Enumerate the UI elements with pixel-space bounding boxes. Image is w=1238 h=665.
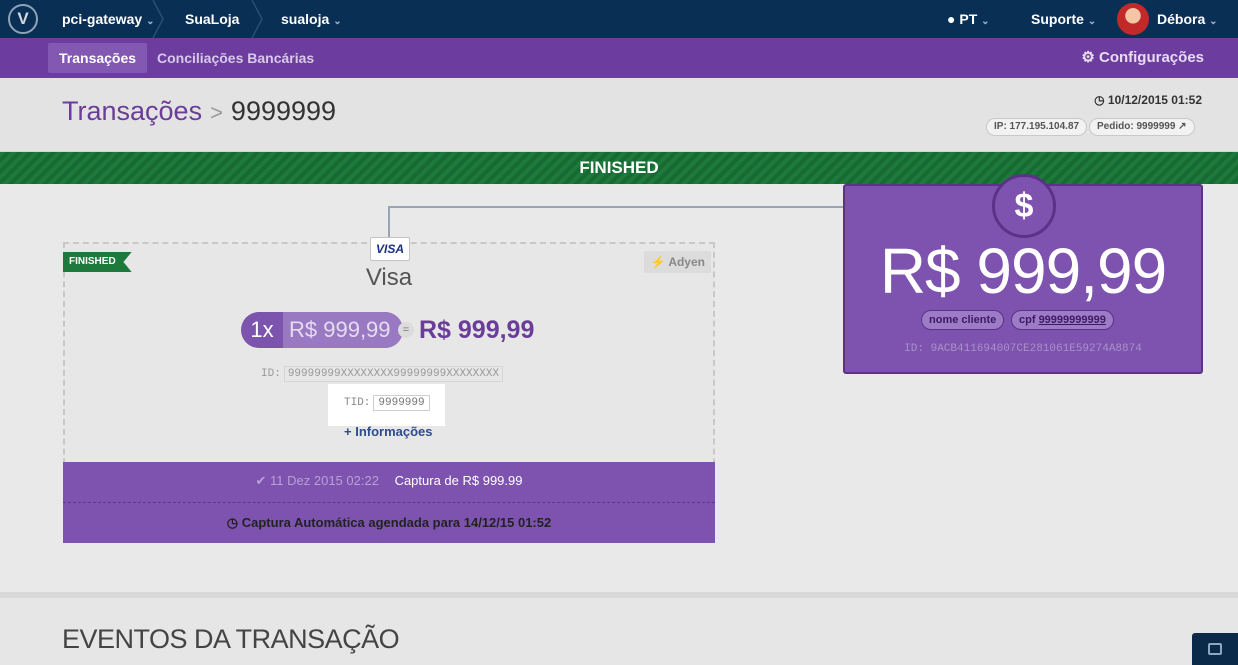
dollar-icon: $: [992, 174, 1056, 238]
tid-label: TID:: [344, 397, 371, 409]
capture-row: ✔ 11 Dez 2015 02:22 Captura de R$ 999.99: [63, 462, 715, 502]
check-icon: ✔: [255, 473, 267, 488]
logo-icon[interactable]: V: [8, 4, 38, 34]
status-bar: FINISHED: [0, 152, 1238, 184]
connector-line: [388, 206, 390, 238]
events-title: EVENTOS DA TRANSAÇÃO: [62, 624, 400, 654]
info-link-label: Informações: [355, 424, 433, 439]
order-id: 9999999: [230, 96, 337, 126]
vb-id-label: ID:: [904, 343, 924, 355]
card-brand: Visa: [365, 264, 413, 291]
transaction-id: ID: 9ACB411694007CE281061E59274A8874: [845, 343, 1201, 355]
chat-button[interactable]: [1192, 633, 1238, 665]
chevron-down-icon: ⌄: [333, 16, 342, 27]
payment-card: FINISHED ⚡ Adyen VISA Visa 1x R$ 999,99 …: [63, 237, 715, 543]
page-title: Transações >9999999: [62, 96, 336, 127]
capture-date: ✔ 11 Dez 2015 02:22: [256, 473, 379, 488]
id-value: 99999999XXXXXXXX99999999XXXXXXXX: [283, 366, 504, 382]
external-link-icon: ↗: [1178, 121, 1187, 132]
crumb-label: SuaLoja: [185, 11, 240, 27]
tab-conciliacoes[interactable]: Conciliações Bancárias: [146, 43, 325, 73]
cpf-label: cpf: [1019, 314, 1036, 326]
gear-icon: ⚙: [1081, 49, 1095, 66]
tid-value: 9999999: [373, 395, 430, 411]
support-menu[interactable]: Suporte ⌄: [1031, 0, 1096, 38]
payment-id: ID: 99999999XXXXXXXX99999999XXXXXXXX: [261, 366, 504, 382]
tid-highlight: TID: 9999999: [328, 384, 445, 426]
settings-link[interactable]: ⚙ Configurações: [1081, 43, 1204, 73]
crumb-pci-gateway[interactable]: pci-gateway ⌄: [62, 0, 155, 38]
user-name: Débora: [1157, 11, 1206, 27]
order-link-label: Pedido: 9999999: [1097, 121, 1176, 132]
transaction-date: ◷ 10/12/2015 01:52: [1094, 93, 1202, 107]
tid-row: TID: 9999999: [344, 395, 430, 411]
crumb-label: pci-gateway: [62, 11, 143, 27]
visa-card-icon: VISA: [370, 237, 410, 261]
equals-icon: =: [398, 322, 414, 338]
clock-icon: ◷: [1094, 93, 1105, 107]
breadcrumb-separator: [251, 0, 263, 38]
installment-count: 1x: [250, 317, 274, 342]
crumb-label: sualoja: [281, 11, 330, 27]
customer-name-badge: nome cliente: [921, 310, 1005, 330]
chevron-down-icon: ⌄: [1209, 16, 1218, 27]
vb-id-value: 9ACB411694007CE281061E59274A8874: [930, 343, 1142, 355]
crumb-sualoja-store[interactable]: SuaLoja: [185, 0, 239, 38]
capture-date-value: 11 Dez 2015 02:22: [270, 473, 379, 488]
chevron-right-icon: >: [210, 100, 223, 125]
globe-icon: ●: [947, 11, 956, 27]
crumb-sualoja[interactable]: sualoja ⌄: [281, 0, 342, 38]
sub-navbar: Transações Conciliações Bancárias ⚙ Conf…: [0, 38, 1238, 78]
ip-badge: IP: 177.195.104.87: [986, 118, 1088, 136]
capture-text: Captura de R$ 999.99: [394, 473, 523, 488]
id-label: ID:: [261, 368, 281, 380]
top-navbar: V pci-gateway ⌄ SuaLoja sualoja ⌄ ● PT ⌄ S…: [0, 0, 1238, 38]
cpf-badge: cpf 99999999999: [1011, 310, 1114, 330]
order-link[interactable]: Pedido: 9999999 ↗: [1089, 118, 1195, 136]
title-link[interactable]: Transações: [62, 96, 202, 126]
tab-transacoes[interactable]: Transações: [48, 43, 148, 73]
support-label: Suporte: [1031, 11, 1084, 27]
scheduled-text: Captura Automática agendada para 14/12/1…: [241, 515, 552, 530]
chat-icon: [1208, 643, 1222, 655]
breadcrumb-separator: [152, 0, 164, 38]
date-value: 10/12/2015 01:52: [1107, 93, 1202, 107]
page-header: Transações >9999999 ◷ 10/12/2015 01:52 IP…: [0, 78, 1238, 152]
value-box: $ R$ 999,99 nome cliente cpf 99999999999…: [843, 174, 1203, 374]
avatar[interactable]: [1117, 3, 1149, 35]
settings-label: Configurações: [1098, 49, 1204, 66]
cpf-value: 99999999999: [1038, 314, 1106, 326]
installment-pill: 1x R$ 999,99: [241, 312, 403, 348]
user-menu[interactable]: Débora ⌄: [1157, 0, 1218, 38]
clock-icon: ◷: [226, 515, 239, 530]
installment-value: R$ 999,99: [283, 312, 403, 348]
scheduled-capture: ◷ Captura Automática agendada para 14/12…: [63, 502, 715, 543]
chevron-down-icon: ⌄: [1087, 16, 1097, 27]
total-amount: R$ 999,99: [419, 316, 535, 344]
language-label: PT: [959, 11, 978, 27]
language-selector[interactable]: ● PT ⌄: [947, 0, 990, 38]
plus-icon: +: [344, 424, 352, 439]
chevron-down-icon: ⌄: [981, 16, 990, 27]
transaction-amount: R$ 999,99: [879, 235, 1167, 307]
more-info-link[interactable]: + Informações: [344, 424, 433, 439]
connector-line: [388, 206, 844, 208]
